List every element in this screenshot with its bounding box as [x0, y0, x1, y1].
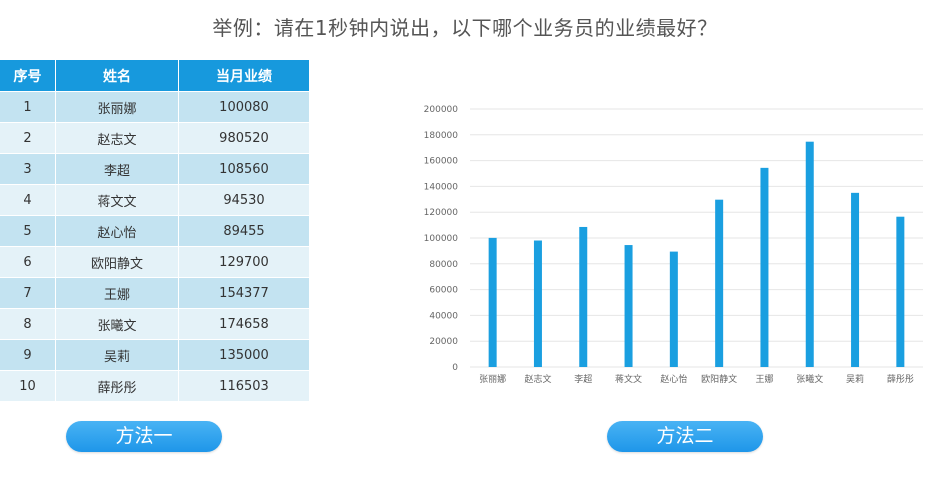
bar [669, 251, 678, 367]
table-row: 9 吴莉 135000 [0, 339, 309, 371]
table-row: 7 王娜 154377 [0, 277, 309, 309]
cell-index: 6 [0, 246, 56, 278]
cell-sales: 129700 [178, 246, 309, 278]
table-header-row: 序号 姓名 当月业绩 [0, 60, 309, 92]
cell-name: 蒋文文 [55, 184, 179, 216]
method-one-button[interactable]: 方法一 [66, 421, 222, 452]
y-tick-label: 20000 [429, 337, 458, 347]
table-row: 4 蒋文文 94530 [0, 184, 309, 216]
y-tick-label: 180000 [424, 131, 459, 141]
cell-index: 8 [0, 308, 56, 340]
bar [896, 216, 905, 367]
cell-index: 3 [0, 153, 56, 185]
bar [579, 226, 588, 367]
x-tick-label: 蒋文文 [615, 373, 642, 385]
x-tick-label: 张丽娜 [479, 373, 506, 385]
cell-name: 王娜 [55, 277, 179, 309]
cell-index: 2 [0, 122, 56, 154]
cell-index: 7 [0, 277, 56, 309]
x-tick-label: 欧阳静文 [701, 373, 737, 385]
header-sales: 当月业绩 [178, 60, 309, 92]
x-tick-label: 李超 [574, 373, 592, 385]
table-body: 1 张丽娜 100080 2 赵志文 980520 3 李超 108560 4 蒋文文 94530 5 赵… [0, 91, 309, 401]
y-tick-label: 200000 [424, 105, 459, 115]
cell-index: 5 [0, 215, 56, 247]
x-tick-label: 薛彤彤 [887, 373, 914, 385]
x-tick-label: 王娜 [755, 373, 773, 385]
cell-sales: 116503 [178, 370, 309, 401]
bar [624, 245, 633, 367]
cell-sales: 108560 [178, 153, 309, 185]
y-tick-label: 160000 [424, 157, 459, 167]
cell-name: 张曦文 [55, 308, 179, 340]
bar [851, 192, 860, 367]
bar [760, 167, 769, 367]
y-tick-label: 100000 [424, 234, 459, 244]
table-row: 1 张丽娜 100080 [0, 91, 309, 123]
table-row: 10 薛彤彤 116503 [0, 370, 309, 401]
cell-index: 10 [0, 370, 56, 401]
bar [488, 237, 497, 367]
sales-bar-chart: 0 20000 40000 60000 80000 100000 120000 140000 1… [424, 105, 923, 385]
cell-name: 薛彤彤 [55, 370, 179, 401]
x-tick-label: 赵志文 [524, 373, 551, 385]
cell-name: 张丽娜 [55, 91, 179, 123]
bar [715, 199, 724, 367]
y-tick-label: 120000 [424, 208, 459, 218]
cell-sales: 135000 [178, 339, 309, 371]
header-name: 姓名 [55, 60, 179, 92]
cell-name: 李超 [55, 153, 179, 185]
table-row: 3 李超 108560 [0, 153, 309, 185]
table-row: 8 张曦文 174658 [0, 308, 309, 340]
headline: 举例：请在1秒钟内说出，以下哪个业务员的业绩最好？ [212, 16, 718, 40]
y-tick-label: 80000 [429, 260, 458, 270]
method-two-button[interactable]: 方法二 [607, 421, 763, 452]
cell-sales: 89455 [178, 215, 309, 247]
cell-name: 欧阳静文 [55, 246, 179, 278]
y-tick-label: 60000 [429, 286, 458, 296]
cell-index: 9 [0, 339, 56, 371]
table-row: 6 欧阳静文 129700 [0, 246, 309, 278]
cell-sales: 174658 [178, 308, 309, 340]
cell-sales: 100080 [178, 91, 309, 123]
y-tick-label: 0 [452, 363, 458, 373]
table-row: 5 赵心怡 89455 [0, 215, 309, 247]
cell-name: 赵心怡 [55, 215, 179, 247]
sales-table: 序号 姓名 当月业绩 1 张丽娜 100080 2 赵志文 980520 3 李超 108560… [0, 60, 309, 401]
cell-index: 1 [0, 91, 56, 123]
bar [533, 240, 542, 367]
y-tick-label: 140000 [424, 182, 459, 192]
header-index: 序号 [0, 60, 56, 92]
bar [805, 141, 814, 367]
cell-sales: 154377 [178, 277, 309, 309]
x-tick-label: 吴莉 [846, 373, 864, 385]
cell-sales: 94530 [178, 184, 309, 216]
table-row: 2 赵志文 980520 [0, 122, 309, 154]
cell-index: 4 [0, 184, 56, 216]
cell-sales: 980520 [178, 122, 309, 154]
cell-name: 吴莉 [55, 339, 179, 371]
x-tick-label: 赵心怡 [660, 373, 687, 385]
y-tick-label: 40000 [429, 311, 458, 321]
cell-name: 赵志文 [55, 122, 179, 154]
x-tick-label: 张曦文 [796, 373, 823, 385]
